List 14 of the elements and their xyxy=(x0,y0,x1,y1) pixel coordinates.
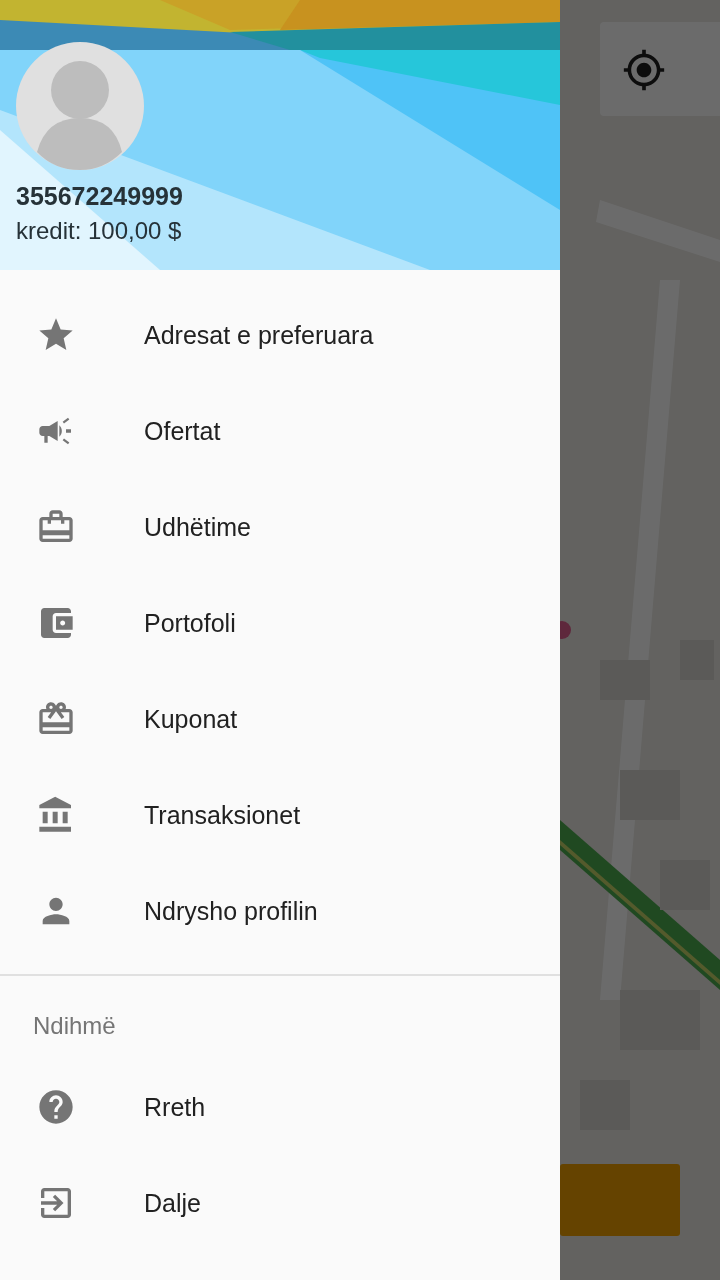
credit-balance: kredit: 100,00 $ xyxy=(16,217,182,245)
menu-item[interactable]: Transaksionet xyxy=(0,767,560,863)
menu-item[interactable]: Kuponat xyxy=(0,671,560,767)
menu-item[interactable]: Udhëtime xyxy=(0,479,560,575)
menu-item[interactable]: Ndrysho profilin xyxy=(0,863,560,959)
menu-item[interactable]: Dalje xyxy=(0,1155,560,1251)
help-icon xyxy=(36,1087,76,1127)
menu-item[interactable]: Rreth xyxy=(0,1059,560,1155)
menu-item[interactable]: Ofertat xyxy=(0,383,560,479)
menu-item[interactable]: Adresat e preferuara xyxy=(0,287,560,383)
menu-item[interactable]: Portofoli xyxy=(0,575,560,671)
section-title: Ndihmë xyxy=(32,1011,116,1041)
user-phone: 355672249999 xyxy=(16,182,183,211)
my-location-icon[interactable] xyxy=(622,48,666,92)
